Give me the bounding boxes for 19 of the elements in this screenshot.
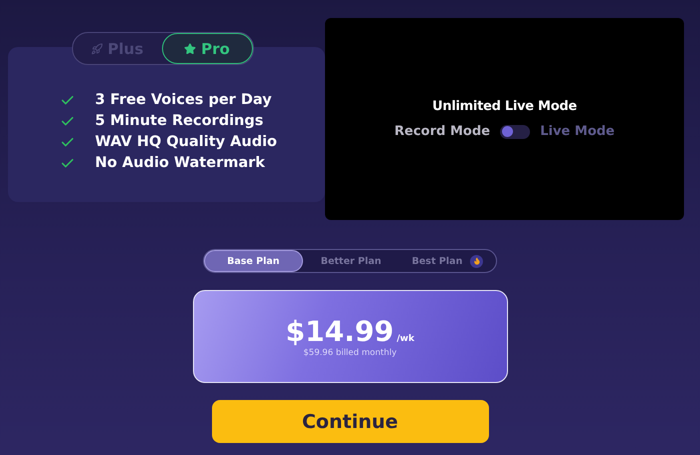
mode-label: Live Mode (540, 124, 615, 139)
continue-button[interactable]: Continue (212, 400, 488, 443)
star-icon (184, 42, 196, 54)
feature-text: 5 Minute Recordings (95, 113, 264, 129)
plan-toggle-tab[interactable]: Pro (162, 33, 252, 64)
feature-text: 3 Free Voices per Day (95, 92, 272, 108)
mode-label: Record Mode (394, 124, 490, 139)
plan-tab[interactable]: Base Plan (204, 250, 303, 272)
price-unit: /wk (396, 334, 414, 344)
price-amount: $14.99 (286, 315, 394, 348)
price-card[interactable]: $14.99/wk $59.96 billed monthly (192, 290, 508, 383)
feature-text: No Audio Watermark (95, 155, 265, 171)
plan-tab[interactable]: Best Plan (399, 250, 496, 272)
preview-title: Unlimited Live Mode (432, 99, 577, 114)
mode-switch[interactable] (500, 124, 530, 138)
rocket-icon (90, 42, 103, 54)
feature-text: WAV HQ Quality Audio (95, 134, 278, 150)
billing-note: $59.96 billed monthly (303, 348, 397, 358)
plan-tab[interactable]: Better Plan (302, 250, 400, 272)
